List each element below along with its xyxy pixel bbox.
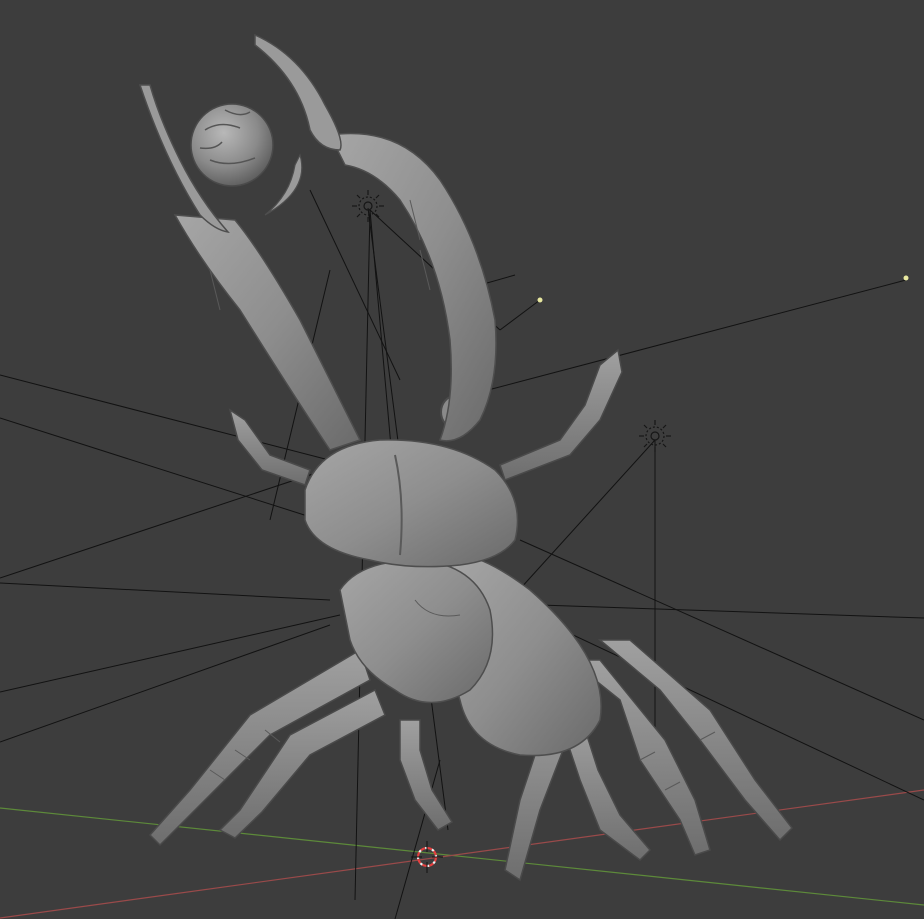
sun-lamp-icon[interactable] — [639, 420, 671, 452]
right-mandible[interactable] — [328, 132, 497, 442]
textured-sphere[interactable] — [190, 103, 274, 187]
left-mandible[interactable] — [173, 214, 362, 451]
sun-lamp-icon[interactable] — [352, 190, 384, 222]
3d-viewport[interactable] — [0, 0, 924, 919]
viewport-canvas[interactable] — [0, 0, 924, 919]
floor-grid — [0, 789, 924, 919]
light-target-dot[interactable] — [537, 297, 543, 303]
beetle-head[interactable] — [304, 439, 519, 568]
light-target-dot[interactable] — [903, 275, 909, 281]
x-axis-line — [0, 789, 924, 919]
